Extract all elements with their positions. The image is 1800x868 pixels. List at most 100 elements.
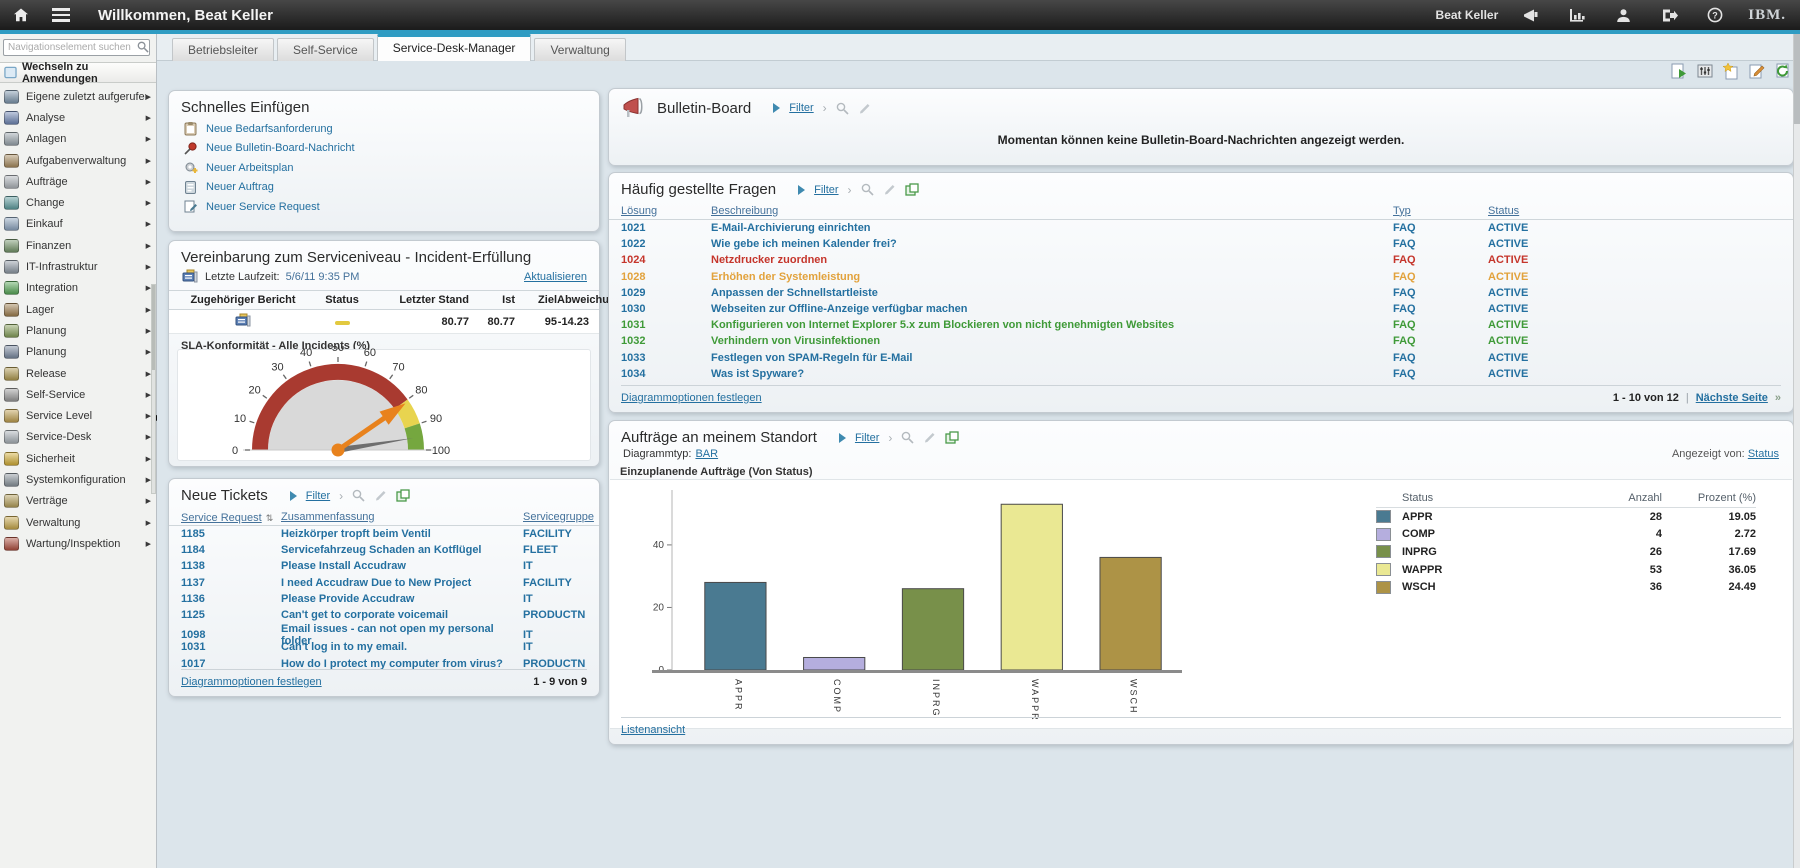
tab[interactable]: Verwaltung bbox=[534, 38, 625, 61]
sidebar-item[interactable]: Eigene zuletzt aufgerufene ... ▶ bbox=[0, 86, 156, 107]
faq-id[interactable]: 1022 bbox=[621, 238, 711, 250]
filter-expand-icon[interactable] bbox=[798, 185, 805, 195]
faq-row[interactable]: 1024 Netzdrucker zuordnen FAQ ACTIVE bbox=[609, 252, 1793, 268]
ticket-summary[interactable]: I need Accudraw Due to New Project bbox=[281, 577, 523, 589]
search-icon[interactable] bbox=[836, 102, 849, 115]
faq-row[interactable]: 1028 Erhöhen der Systemleistung FAQ ACTI… bbox=[609, 269, 1793, 285]
sidebar-item[interactable]: Aufgabenverwaltung ▶ bbox=[0, 150, 156, 171]
ticket-id[interactable]: 1125 bbox=[181, 609, 281, 621]
sidebar-item[interactable]: IT-Infrastruktur ▶ bbox=[0, 256, 156, 277]
faq-id[interactable]: 1021 bbox=[621, 222, 711, 234]
faq-description[interactable]: Erhöhen der Systemleistung bbox=[711, 271, 1393, 283]
tab[interactable]: Betriebsleiter bbox=[172, 38, 274, 61]
col-status[interactable]: Status bbox=[307, 294, 377, 306]
next-page-link[interactable]: Nächste Seite bbox=[1696, 392, 1768, 404]
ticket-row[interactable]: 1125 Can't get to corporate voicemail PR… bbox=[169, 607, 599, 623]
faq-description[interactable]: Festlegen von SPAM-Regeln für E-Mail bbox=[711, 352, 1393, 364]
list-view-link[interactable]: Listenansicht bbox=[621, 724, 685, 736]
quick-insert-link[interactable]: Neuer Auftrag bbox=[206, 181, 274, 193]
search-icon[interactable] bbox=[352, 489, 365, 502]
ticket-row[interactable]: 1184 Servicefahrzeug Schaden an Kotflüge… bbox=[169, 542, 599, 558]
refresh-start-center-icon[interactable] bbox=[1774, 62, 1792, 80]
faq-description[interactable]: Konfigurieren von Internet Explorer 5.x … bbox=[711, 319, 1393, 331]
reports-icon[interactable] bbox=[1564, 2, 1590, 28]
chart-options-link[interactable]: Diagrammoptionen festlegen bbox=[621, 392, 762, 404]
home-icon[interactable] bbox=[8, 2, 34, 28]
tab[interactable]: Service-Desk-Manager bbox=[377, 34, 532, 61]
new-start-center-icon[interactable] bbox=[1670, 62, 1688, 80]
sidebar-item[interactable]: Systemkonfiguration ▶ bbox=[0, 469, 156, 490]
ticket-row[interactable]: 1031 Can't log in to my email. IT bbox=[169, 639, 599, 655]
quick-insert-item[interactable]: Neue Bedarfsanforderung bbox=[169, 119, 599, 139]
help-icon[interactable]: ? bbox=[1702, 2, 1728, 28]
displayed-by-link[interactable]: Status bbox=[1748, 448, 1779, 460]
quick-insert-item[interactable]: Neuer Service Request bbox=[169, 197, 599, 217]
ticket-id[interactable]: 1185 bbox=[181, 528, 281, 540]
sidebar-item[interactable]: Lager ▶ bbox=[0, 299, 156, 320]
popup-window-icon[interactable] bbox=[945, 431, 959, 444]
page-scrollbar[interactable] bbox=[1793, 34, 1800, 868]
announcements-icon[interactable] bbox=[1518, 2, 1544, 28]
search-icon[interactable] bbox=[861, 183, 874, 196]
report-icon[interactable] bbox=[234, 313, 252, 328]
col-zusammenfassung[interactable]: Zusammenfassung bbox=[281, 511, 523, 523]
quick-insert-item[interactable]: Neuer Auftrag bbox=[169, 178, 599, 198]
faq-row[interactable]: 1032 Verhindern von Virusinfektionen FAQ… bbox=[609, 333, 1793, 349]
ticket-id[interactable]: 1136 bbox=[181, 593, 281, 605]
faq-row[interactable]: 1029 Anpassen der Schnellstartleiste FAQ… bbox=[609, 285, 1793, 301]
ticket-id[interactable]: 1017 bbox=[181, 658, 281, 670]
ticket-summary[interactable]: How do I protect my computer from virus? bbox=[281, 658, 523, 670]
faq-id[interactable]: 1024 bbox=[621, 254, 711, 266]
faq-row[interactable]: 1031 Konfigurieren von Internet Explorer… bbox=[609, 317, 1793, 333]
ticket-row[interactable]: 1137 I need Accudraw Due to New Project … bbox=[169, 575, 599, 591]
sidebar-item[interactable]: Finanzen ▶ bbox=[0, 235, 156, 256]
sort-icon[interactable]: ⇅ bbox=[266, 513, 274, 524]
col-typ[interactable]: Typ bbox=[1393, 205, 1488, 217]
faq-row[interactable]: 1034 Was ist Spyware? FAQ ACTIVE bbox=[609, 366, 1793, 382]
faq-description[interactable]: Wie gebe ich meinen Kalender frei? bbox=[711, 238, 1393, 250]
tab[interactable]: Self-Service bbox=[277, 38, 374, 61]
faq-row[interactable]: 1022 Wie gebe ich meinen Kalender frei? … bbox=[609, 236, 1793, 252]
menu-icon[interactable] bbox=[46, 2, 72, 28]
sidebar-item[interactable]: Analyse ▶ bbox=[0, 107, 156, 128]
sidebar-item[interactable]: Service Level ▶ bbox=[0, 405, 156, 426]
edit-portlet-icon[interactable] bbox=[858, 102, 871, 115]
col-loesung[interactable]: Lösung bbox=[621, 205, 711, 217]
sidebar-item[interactable]: Planung ▶ bbox=[0, 342, 156, 363]
faq-row[interactable]: 1033 Festlegen von SPAM-Regeln für E-Mai… bbox=[609, 350, 1793, 366]
faq-row[interactable]: 1021 E-Mail-Archivierung einrichten FAQ … bbox=[609, 220, 1793, 236]
col-status[interactable]: Status bbox=[1488, 205, 1781, 217]
quick-insert-link[interactable]: Neuer Arbeitsplan bbox=[206, 162, 293, 174]
ticket-row[interactable]: 1185 Heizkörper tropft beim Ventil FACIL… bbox=[169, 526, 599, 542]
col-service-request[interactable]: Service Request bbox=[181, 512, 262, 524]
next-page-icon[interactable]: » bbox=[1775, 392, 1781, 404]
ticket-row[interactable]: 1136 Please Provide Accudraw IT bbox=[169, 591, 599, 607]
faq-description[interactable]: Webseiten zur Offline-Anzeige verfügbar … bbox=[711, 303, 1393, 315]
sidebar-item[interactable]: Anlagen ▶ bbox=[0, 129, 156, 150]
col-beschreibung[interactable]: Beschreibung bbox=[711, 205, 1393, 217]
ticket-id[interactable]: 1138 bbox=[181, 560, 281, 572]
filter-link[interactable]: Filter bbox=[306, 490, 330, 502]
ticket-id[interactable]: 1031 bbox=[181, 641, 281, 653]
ticket-id[interactable]: 1137 bbox=[181, 577, 281, 589]
sidebar-item[interactable]: Verträge ▶ bbox=[0, 491, 156, 512]
popup-window-icon[interactable] bbox=[905, 183, 919, 196]
sidebar-item[interactable]: Self-Service ▶ bbox=[0, 384, 156, 405]
ticket-summary[interactable]: Please Install Accudraw bbox=[281, 560, 523, 572]
quick-insert-link[interactable]: Neue Bedarfsanforderung bbox=[206, 123, 333, 135]
filter-expand-icon[interactable] bbox=[290, 491, 297, 501]
faq-id[interactable]: 1033 bbox=[621, 352, 711, 364]
faq-row[interactable]: 1030 Webseiten zur Offline-Anzeige verfü… bbox=[609, 301, 1793, 317]
col-ist[interactable]: Ist bbox=[469, 294, 515, 306]
ticket-summary[interactable]: Servicefahrzeug Schaden an Kotflügel bbox=[281, 544, 523, 556]
faq-description[interactable]: Anpassen der Schnellstartleiste bbox=[711, 287, 1393, 299]
faq-description[interactable]: Was ist Spyware? bbox=[711, 368, 1393, 380]
filter-expand-icon[interactable] bbox=[773, 103, 780, 113]
col-ziel[interactable]: Ziel bbox=[515, 294, 557, 306]
faq-id[interactable]: 1030 bbox=[621, 303, 711, 315]
col-servicegruppe[interactable]: Servicegruppe bbox=[523, 511, 594, 523]
faq-id[interactable]: 1031 bbox=[621, 319, 711, 331]
sidebar-item[interactable]: Verwaltung ▶ bbox=[0, 512, 156, 533]
sidebar-item[interactable]: Aufträge ▶ bbox=[0, 171, 156, 192]
ticket-summary[interactable]: Heizkörper tropft beim Ventil bbox=[281, 528, 523, 540]
